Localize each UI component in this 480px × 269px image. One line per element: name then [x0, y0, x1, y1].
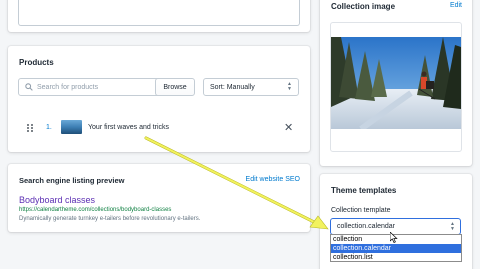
collection-template-label: Collection template: [331, 207, 391, 214]
product-name[interactable]: Your first waves and tricks: [88, 124, 169, 131]
theme-templates-card: Theme templates Collection template coll…: [320, 174, 472, 269]
seo-url: https://calendartheme.com/collections/bo…: [19, 207, 172, 213]
select-arrows-icon: ▲ ▼: [450, 221, 455, 232]
product-index: 1.: [46, 124, 52, 131]
seo-page-title: Bodyboard classes: [19, 195, 96, 205]
sort-select-value: Sort: Manually: [210, 83, 255, 91]
collection-image: [330, 22, 462, 152]
product-search-input[interactable]: Search for products: [18, 78, 164, 96]
description-editor[interactable]: [18, 0, 300, 26]
template-option-highlighted[interactable]: collection.calendar: [331, 244, 461, 253]
collection-image-card: Collection image Edit: [320, 0, 472, 166]
drag-handle-icon[interactable]: [27, 124, 33, 132]
seo-title: Search engine listing preview: [19, 176, 125, 185]
product-search-placeholder: Search for products: [37, 83, 99, 91]
edit-image-link[interactable]: Edit: [450, 2, 462, 9]
sort-select[interactable]: Sort: Manually ▲ ▼: [203, 78, 299, 96]
description-card: [8, 0, 310, 32]
browse-button[interactable]: Browse: [155, 78, 195, 96]
seo-description: Dynamically generate turnkey e-tailers b…: [19, 216, 201, 222]
collection-image-title: Collection image: [331, 2, 396, 11]
mouse-cursor-icon: [390, 232, 398, 243]
product-thumbnail: [61, 120, 82, 134]
list-item[interactable]: 1. Your first waves and tricks ✕: [8, 118, 310, 142]
remove-product-icon[interactable]: ✕: [284, 121, 293, 134]
theme-templates-title: Theme templates: [331, 186, 397, 195]
select-arrows-icon: ▲ ▼: [287, 81, 292, 92]
search-icon: [25, 83, 33, 91]
collection-template-value: collection.calendar: [337, 223, 395, 230]
edit-seo-link[interactable]: Edit website SEO: [246, 176, 300, 183]
products-title: Products: [19, 58, 54, 67]
seo-card: Search engine listing preview Edit websi…: [8, 164, 310, 232]
products-card: Products Search for products Browse Sort…: [8, 46, 310, 152]
template-option[interactable]: collection.list: [331, 253, 461, 262]
